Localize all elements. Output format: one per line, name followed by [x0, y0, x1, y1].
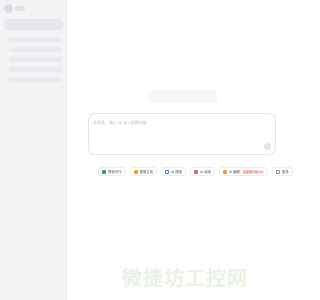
image-icon: [133, 169, 138, 174]
code-icon: [223, 169, 227, 174]
chip-image-gen[interactable]: 图像生成: [129, 167, 158, 176]
chip-badge: 桌面端升级 5.0: [241, 169, 264, 174]
greeting-placeholder: [148, 90, 217, 103]
chip-label: 更多: [281, 170, 289, 174]
logo-icon[interactable]: [4, 4, 13, 13]
chip-label: AI 阅读: [200, 170, 211, 174]
chip-writing[interactable]: 帮我写作: [98, 167, 126, 176]
sidebar: [0, 0, 67, 300]
sidebar-item[interactable]: [9, 67, 62, 72]
pen-icon: [102, 169, 106, 174]
sidebar-item[interactable]: [9, 57, 62, 62]
chip-ai-reading[interactable]: AI 阅读: [190, 167, 215, 176]
book-icon: [194, 169, 199, 174]
chip-label: AI 编程: [229, 170, 240, 174]
sidebar-item[interactable]: [9, 47, 62, 52]
chip-more[interactable]: 更多: [271, 167, 293, 176]
send-button[interactable]: ↑: [264, 143, 271, 150]
chat-input-placeholder[interactable]: 发消息、输入 @ 或 / 选择技能: [93, 120, 147, 126]
watermark: 微捷坊工控网: [122, 266, 248, 290]
more-icon: [275, 169, 280, 174]
chip-label: 图像生成: [139, 170, 154, 174]
chip-ai-coding[interactable]: AI 编程 桌面端升级 5.0: [219, 167, 268, 176]
chip-label: 帮我写作: [108, 170, 122, 174]
new-chat-button[interactable]: [4, 19, 63, 30]
search-icon: [165, 169, 170, 174]
skill-chips: 帮我写作 图像生成 AI 搜索 AI 阅读 AI 编程 桌面端升级 5.0 更多: [98, 167, 293, 176]
chip-ai-search[interactable]: AI 搜索: [161, 167, 187, 176]
chat-input-box[interactable]: 发消息、输入 @ 或 / 选择技能 ↑: [88, 113, 276, 155]
sidebar-item[interactable]: [9, 77, 62, 82]
chip-label: AI 搜索: [171, 170, 183, 174]
collapse-sidebar-icon[interactable]: [15, 6, 25, 11]
sidebar-item[interactable]: [9, 37, 62, 42]
